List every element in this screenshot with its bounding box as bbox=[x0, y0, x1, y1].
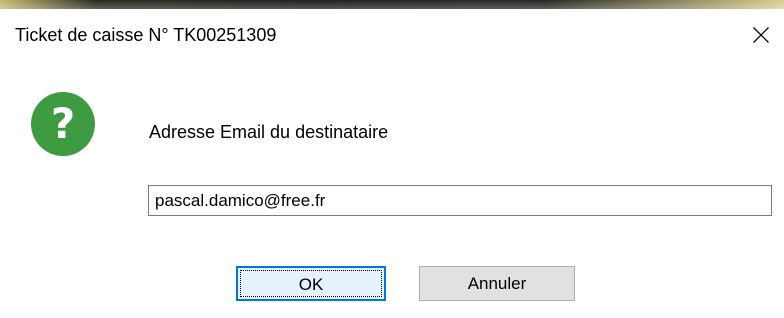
question-icon-glyph: ? bbox=[50, 99, 76, 148]
close-button[interactable] bbox=[738, 9, 784, 60]
email-prompt-label: Adresse Email du destinataire bbox=[149, 122, 389, 142]
question-icon: ? bbox=[31, 92, 95, 156]
window-title: Ticket de caisse N° TK00251309 bbox=[15, 25, 277, 45]
email-input[interactable] bbox=[148, 185, 772, 216]
close-icon bbox=[753, 26, 769, 43]
ok-button[interactable]: OK bbox=[236, 266, 386, 301]
dialog-titlebar[interactable]: Ticket de caisse N° TK00251309 bbox=[0, 9, 784, 60]
cancel-button[interactable]: Annuler bbox=[419, 266, 575, 301]
background-window-strip-fade bbox=[0, 0, 784, 9]
